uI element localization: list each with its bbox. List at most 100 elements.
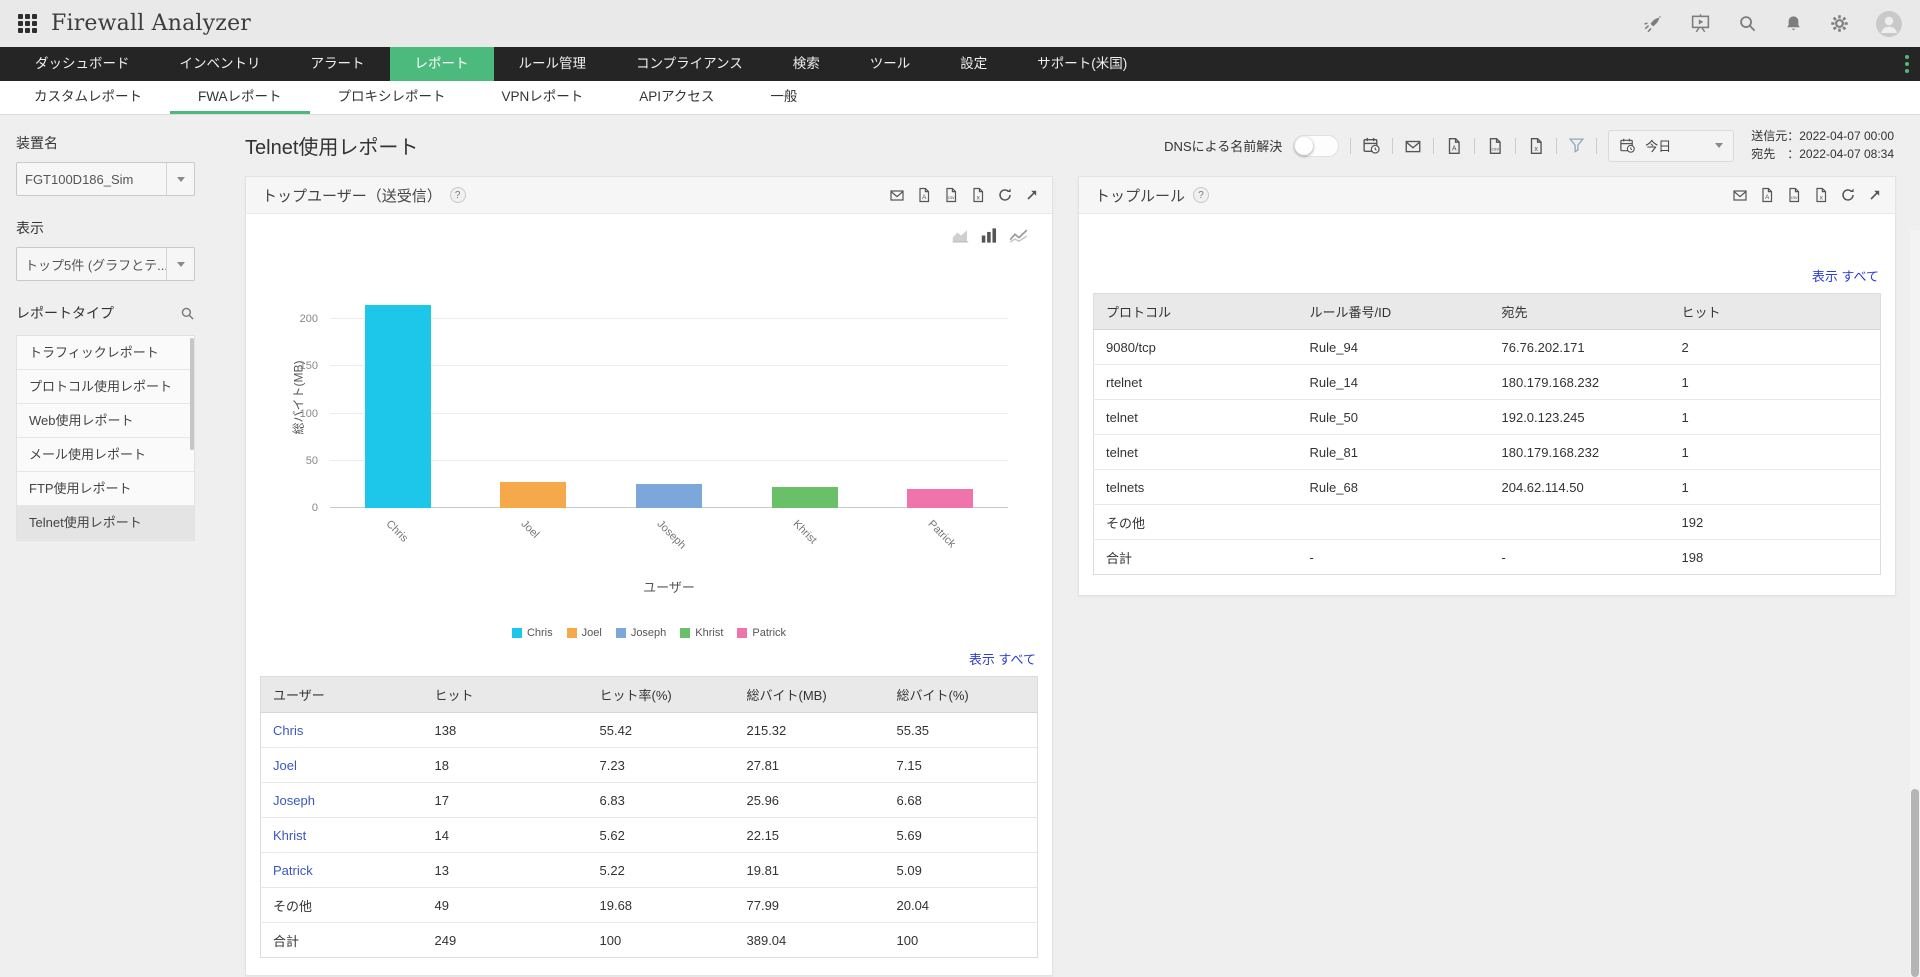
report-type-search-icon[interactable] bbox=[180, 306, 195, 321]
bar-chris[interactable] bbox=[365, 305, 431, 508]
excel-export-icon[interactable] bbox=[1813, 187, 1829, 203]
sidebar-item-web-report[interactable]: Web使用レポート bbox=[17, 404, 194, 438]
pdf-export-icon[interactable] bbox=[916, 187, 932, 203]
table-row: Joseph176.8325.966.68 bbox=[261, 783, 1038, 818]
legend-item-khrist[interactable]: Khrist bbox=[680, 627, 723, 639]
notifications-bell-icon[interactable] bbox=[1784, 14, 1803, 33]
table-link[interactable]: Joseph bbox=[273, 793, 315, 808]
expand-icon[interactable] bbox=[1867, 187, 1883, 203]
table-row: Joel187.2327.817.15 bbox=[261, 748, 1038, 783]
expand-icon[interactable] bbox=[1024, 187, 1040, 203]
rocket-icon[interactable] bbox=[1643, 14, 1663, 34]
excel-export-icon[interactable] bbox=[970, 187, 986, 203]
area-chart-icon[interactable] bbox=[951, 226, 970, 245]
help-icon[interactable]: ? bbox=[1193, 187, 1209, 203]
scrollbar-thumb[interactable] bbox=[1911, 789, 1919, 977]
legend-item-joseph[interactable]: Joseph bbox=[616, 627, 666, 639]
x-tick-label: Patrick bbox=[926, 518, 958, 550]
sidebar-item-telnet-report[interactable]: Telnet使用レポート bbox=[17, 506, 194, 540]
bar-chart-icon[interactable] bbox=[980, 226, 999, 245]
sidebar-item-ftp-report[interactable]: FTP使用レポート bbox=[17, 472, 194, 506]
nav-item-inventory[interactable]: インベントリ bbox=[155, 47, 286, 81]
nav-item-settings[interactable]: 設定 bbox=[935, 47, 1012, 81]
main-content: Telnet使用レポート DNSによる名前解決 今日 送信元：2022- bbox=[211, 115, 1920, 977]
excel-export-icon[interactable] bbox=[1527, 137, 1545, 155]
tab-api-access[interactable]: APIアクセス bbox=[611, 81, 742, 114]
sidebar-item-mail-report[interactable]: メール使用レポート bbox=[17, 438, 194, 472]
nav-item-dashboard[interactable]: ダッシュボード bbox=[10, 47, 155, 81]
x-tick-label: Joseph bbox=[654, 518, 688, 552]
period-select[interactable]: 今日 bbox=[1608, 130, 1734, 162]
table-row: 合計--198 bbox=[1094, 540, 1881, 575]
help-icon[interactable]: ? bbox=[450, 187, 466, 203]
refresh-icon[interactable] bbox=[997, 187, 1013, 203]
x-tick-label: Khrist bbox=[790, 518, 818, 546]
legend-item-joel[interactable]: Joel bbox=[567, 627, 602, 639]
table-link[interactable]: Patrick bbox=[273, 863, 313, 878]
email-icon[interactable] bbox=[889, 187, 905, 203]
view-select[interactable]: トップ5件 (グラフとテ... bbox=[16, 247, 195, 281]
presentation-icon[interactable] bbox=[1690, 13, 1711, 34]
tab-proxy-report[interactable]: プロキシレポート bbox=[310, 81, 474, 114]
pdf-export-icon[interactable] bbox=[1445, 137, 1463, 155]
table-row: Chris13855.42215.3255.35 bbox=[261, 713, 1038, 748]
email-icon[interactable] bbox=[1404, 137, 1422, 155]
nav-item-compliance[interactable]: コンプライアンス bbox=[611, 47, 768, 81]
date-to-label: 宛先 ： bbox=[1751, 147, 1799, 161]
csv-export-icon[interactable] bbox=[943, 187, 959, 203]
tab-vpn-report[interactable]: VPNレポート bbox=[474, 81, 612, 114]
legend-item-chris[interactable]: Chris bbox=[512, 627, 553, 639]
date-from-label: 送信元： bbox=[1751, 129, 1799, 143]
list-scrollbar[interactable] bbox=[190, 338, 194, 450]
y-tick-label: 150 bbox=[300, 360, 318, 372]
bar-joseph[interactable] bbox=[636, 484, 702, 508]
email-icon[interactable] bbox=[1732, 187, 1748, 203]
search-icon[interactable] bbox=[1738, 14, 1757, 33]
nav-item-tools[interactable]: ツール bbox=[845, 47, 936, 81]
top-users-show-all-link[interactable]: 表示 すべて bbox=[969, 652, 1036, 667]
nav-item-alerts[interactable]: アラート bbox=[286, 47, 390, 81]
table-link[interactable]: Chris bbox=[273, 723, 303, 738]
column-header: 総バイト(%) bbox=[885, 677, 1038, 713]
table-link[interactable]: Joel bbox=[273, 758, 297, 773]
view-select-value: トップ5件 (グラフとテ... bbox=[17, 255, 166, 274]
pdf-export-icon[interactable] bbox=[1759, 187, 1775, 203]
line-chart-icon[interactable] bbox=[1009, 226, 1028, 245]
nav-item-reports[interactable]: レポート bbox=[390, 47, 494, 81]
device-select[interactable]: FGT100D186_Sim bbox=[16, 162, 195, 196]
table-link[interactable]: Khrist bbox=[273, 828, 306, 843]
settings-gear-icon[interactable] bbox=[1830, 14, 1849, 33]
tab-fwa-report[interactable]: FWAレポート bbox=[170, 81, 310, 114]
nav-item-rule-mgmt[interactable]: ルール管理 bbox=[494, 47, 612, 81]
bar-slot: Chris bbox=[330, 291, 466, 508]
top-rules-show-all-link[interactable]: 表示 すべて bbox=[1812, 269, 1879, 284]
legend-item-patrick[interactable]: Patrick bbox=[737, 627, 786, 639]
bar-khrist[interactable] bbox=[772, 487, 838, 508]
table-row: telnetsRule_68204.62.114.501 bbox=[1094, 470, 1881, 505]
tab-custom-report[interactable]: カスタムレポート bbox=[6, 81, 170, 114]
user-avatar[interactable] bbox=[1876, 11, 1902, 37]
header-icon-group bbox=[1643, 11, 1902, 37]
nav-item-support-us[interactable]: サポート(米国) bbox=[1012, 47, 1152, 81]
bar-patrick[interactable] bbox=[907, 489, 973, 508]
sidebar-item-protocol-report[interactable]: プロトコル使用レポート bbox=[17, 370, 194, 404]
table-row: Patrick135.2219.815.09 bbox=[261, 853, 1038, 888]
csv-export-icon[interactable] bbox=[1486, 137, 1504, 155]
vertical-scrollbar[interactable] bbox=[1910, 230, 1920, 977]
main-nav: ダッシュボードインベントリアラートレポートルール管理コンプライアンス検索ツール設… bbox=[0, 47, 1920, 81]
refresh-icon[interactable] bbox=[1840, 187, 1856, 203]
bar-joel[interactable] bbox=[500, 482, 566, 508]
x-tick-label: Joel bbox=[519, 518, 542, 541]
bar-slot: Joel bbox=[466, 291, 602, 508]
csv-export-icon[interactable] bbox=[1786, 187, 1802, 203]
schedule-calendar-icon[interactable] bbox=[1362, 136, 1381, 155]
top-users-panel: トップユーザー（送受信） ? 総バイト(MB) 050100150200 Chr… bbox=[245, 176, 1053, 976]
overflow-menu-icon[interactable] bbox=[1894, 47, 1920, 81]
sidebar-item-traffic-report[interactable]: トラフィックレポート bbox=[17, 336, 194, 370]
app-grid-icon[interactable] bbox=[18, 14, 37, 33]
filter-funnel-icon[interactable] bbox=[1568, 137, 1585, 154]
column-header: ヒット bbox=[1670, 294, 1881, 330]
tab-general[interactable]: 一般 bbox=[742, 81, 825, 114]
dns-resolve-toggle[interactable] bbox=[1293, 135, 1339, 157]
nav-item-search[interactable]: 検索 bbox=[768, 47, 845, 81]
